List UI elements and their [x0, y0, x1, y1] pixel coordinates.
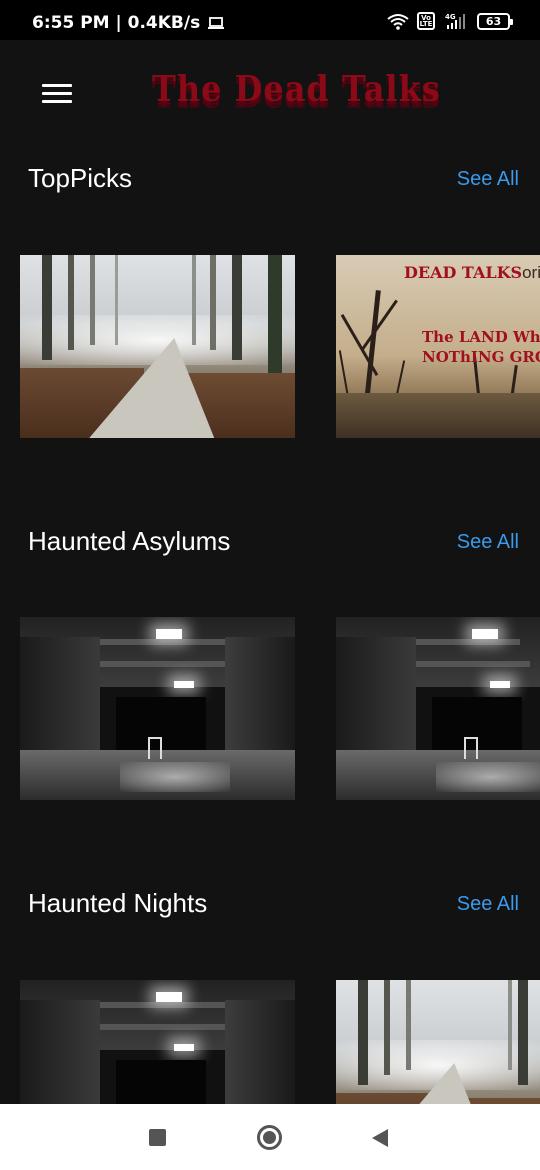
status-time-text: 6:55 PM | 0.4KB/s	[32, 13, 201, 33]
section-title-haunted-nights: Haunted Nights	[28, 888, 208, 918]
status-icons: Vo LTE 4G 63	[387, 10, 513, 32]
section-title-haunted-asylums: Haunted Asylums	[28, 526, 231, 556]
see-all-haunted-nights-link[interactable]: See All	[457, 893, 519, 916]
battery-icon: 63	[477, 12, 513, 30]
wifi-icon	[387, 13, 409, 30]
recents-square-icon[interactable]	[149, 1129, 166, 1146]
signal-icon: 4G	[443, 12, 469, 30]
toppicks-item-1[interactable]	[20, 255, 295, 438]
hamburger-menu-icon[interactable]	[42, 84, 72, 106]
poster-brand: DEAD TALKSorigina	[404, 263, 540, 282]
network-type-label: 4G	[445, 13, 456, 21]
app-logo: The Dead Talks	[152, 68, 441, 110]
volte-icon: Vo LTE	[417, 12, 435, 30]
system-nav-bar	[0, 1104, 540, 1170]
poster-tagline: The LAND WheRe NOThING GROWS	[422, 328, 540, 366]
see-all-haunted-asylums-link[interactable]: See All	[457, 531, 519, 554]
home-circle-icon[interactable]	[257, 1125, 282, 1150]
status-time: 6:55 PM | 0.4KB/s	[32, 13, 225, 33]
section-title-toppicks: TopPicks	[28, 163, 133, 193]
app-bar: The Dead Talks	[0, 40, 540, 150]
back-triangle-icon[interactable]	[372, 1129, 388, 1147]
toppicks-item-2[interactable]: DEAD TALKSorigina The LAND WheRe NOThING…	[336, 255, 540, 438]
status-bar: 6:55 PM | 0.4KB/s Vo LTE 4G 63	[0, 0, 540, 40]
see-all-toppicks-link[interactable]: See All	[457, 168, 519, 191]
laptop-icon	[208, 17, 225, 29]
haunted-asylums-item-1[interactable]	[20, 617, 295, 800]
haunted-asylums-item-2[interactable]	[336, 617, 540, 800]
